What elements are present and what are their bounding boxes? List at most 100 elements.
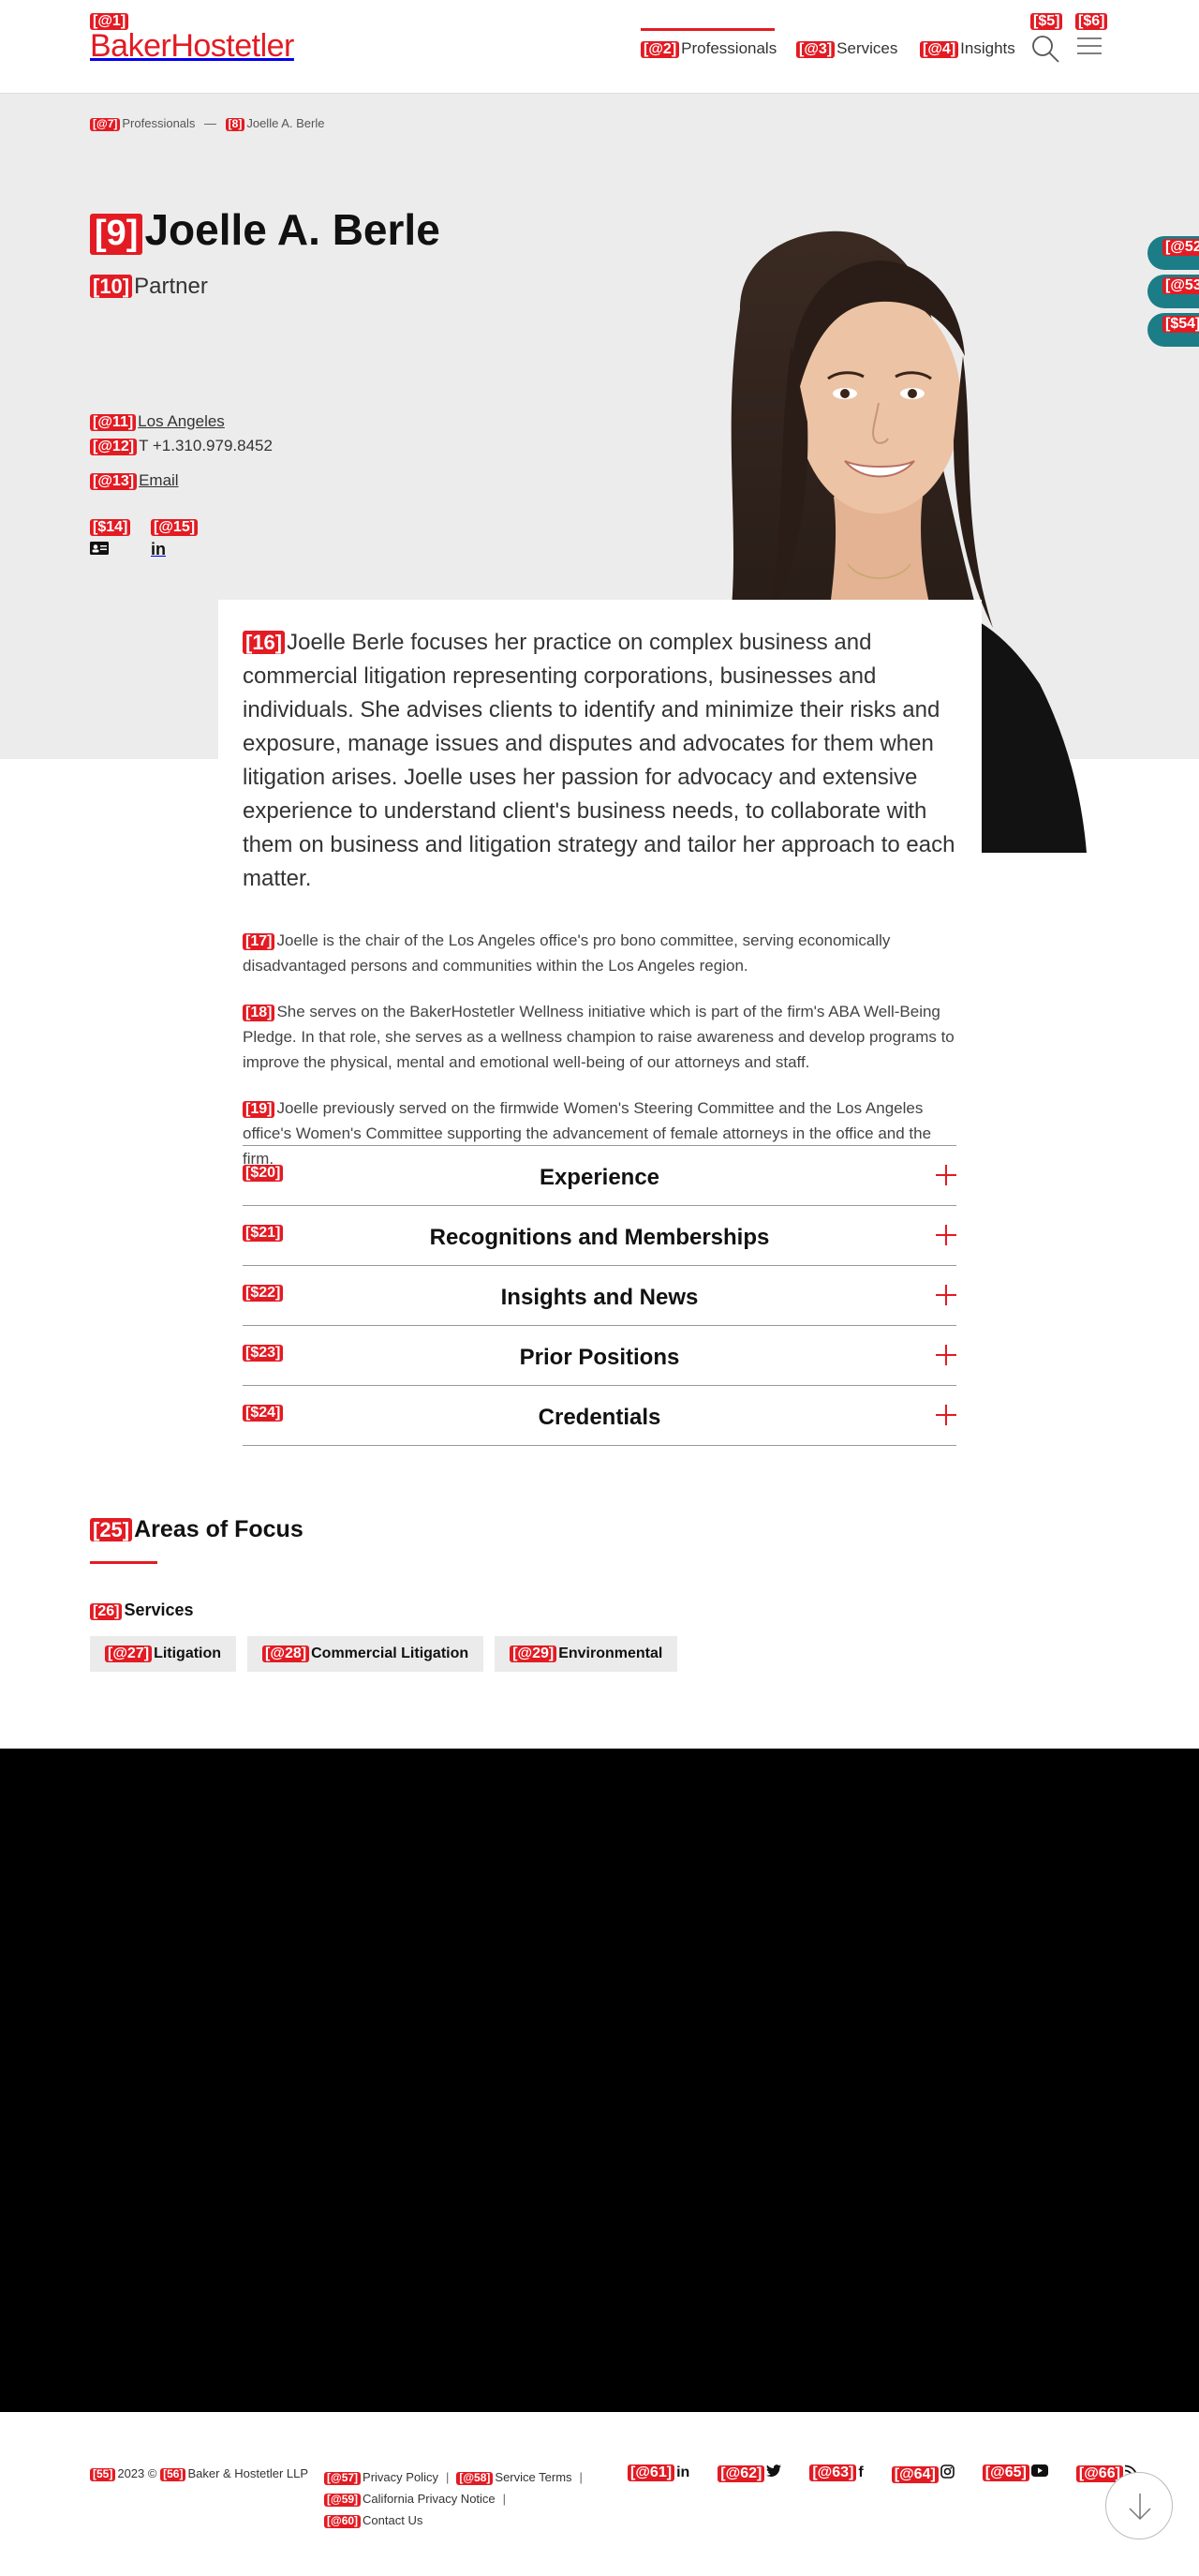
linkedin-link[interactable]: [@61] in	[628, 2464, 689, 2483]
plus-icon	[936, 1165, 956, 1185]
phone-link[interactable]: T +1.310.979.8452	[139, 437, 273, 454]
accordion: [$20] Experience [$21] Recognitions and …	[243, 1145, 956, 1446]
accordion-label: Experience	[539, 1165, 660, 1190]
bio-paragraph-tag: [19]	[243, 1101, 275, 1119]
services-heading: [26] Services	[90, 1601, 194, 1621]
name-text: Joelle A. Berle	[144, 205, 440, 254]
arrow-down-icon	[1129, 2494, 1151, 2521]
chip-label: Litigation	[154, 1645, 222, 1661]
chip-tag: [@28]	[262, 1645, 310, 1663]
link-tag: [@57]	[324, 2471, 362, 2485]
copyright: [55] 2023 © [56] Baker & Hostetler LLP	[90, 2466, 308, 2481]
twitter-icon	[766, 2464, 782, 2478]
breadcrumb-professionals[interactable]: [@7] Professionals	[90, 116, 195, 131]
title-tag: [10]	[90, 275, 133, 299]
bio-lead: [16] Joelle Berle focuses her practice on…	[243, 626, 957, 896]
link-label: Contact Us	[363, 2513, 423, 2527]
youtube-link[interactable]: [@65]	[982, 2464, 1048, 2483]
plus-icon	[936, 1405, 956, 1425]
contact-email: [@13] Email	[90, 471, 179, 491]
menu-tag: [$6]	[1075, 13, 1108, 31]
share-tag: [$54]	[1162, 316, 1199, 334]
focus-heading: [25] Areas of Focus	[90, 1516, 303, 1543]
divider: |	[579, 2470, 583, 2484]
bio-card: [16] Joelle Berle focuses her practice on…	[218, 600, 982, 1171]
accordion-prior-positions[interactable]: [$23] Prior Positions	[243, 1326, 956, 1386]
breadcrumb-tag: [8]	[225, 117, 245, 131]
contact-us-link[interactable]: [@60] Contact Us	[324, 2513, 423, 2528]
link-label: Service Terms	[495, 2470, 572, 2484]
link-label: California Privacy Notice	[363, 2492, 496, 2506]
chip-commercial-litigation[interactable]: [@28] Commercial Litigation	[247, 1636, 484, 1673]
nav-services[interactable]: [@3] Services	[796, 39, 898, 59]
profile-title: [10] Partner	[90, 274, 208, 300]
title-text: Partner	[134, 274, 208, 299]
accordion-credentials[interactable]: [$24] Credentials	[243, 1386, 956, 1446]
plus-icon	[936, 1285, 956, 1305]
search-button[interactable]: [$5]	[1030, 13, 1064, 64]
social-links: [@61] in [@62] [@63] f [@64] [@65] [@66]	[628, 2464, 1138, 2484]
twitter-link[interactable]: [@62]	[718, 2464, 782, 2483]
service-chips: [@27] Litigation [@28] Commercial Litigati…	[90, 1636, 678, 1673]
services-text: Services	[124, 1601, 194, 1619]
chip-label: Commercial Litigation	[311, 1645, 469, 1661]
accordion-label: Credentials	[538, 1405, 661, 1430]
accordion-experience[interactable]: [$20] Experience	[243, 1146, 956, 1206]
accordion-label: Insights and News	[500, 1285, 699, 1310]
hamburger-icon	[1077, 37, 1102, 55]
nav-insights[interactable]: [@4] Insights	[920, 39, 1015, 59]
share-home-button[interactable]: [@52]	[1147, 236, 1199, 270]
youtube-icon	[1030, 2464, 1048, 2477]
chip-environmental[interactable]: [@29] Environmental	[495, 1636, 678, 1673]
contact-phone: [@12] T +1.310.979.8452	[90, 437, 273, 456]
nav-professionals[interactable]: [@2] Professionals	[641, 27, 777, 59]
menu-button[interactable]: [$6]	[1075, 13, 1109, 58]
contact-location: [@11] Los Angeles	[90, 412, 225, 432]
facebook-icon: f	[858, 2464, 864, 2480]
chip-tag: [@29]	[510, 1645, 557, 1663]
facebook-link[interactable]: [@63] f	[809, 2464, 864, 2483]
plus-icon	[936, 1345, 956, 1365]
vcard-tag: [$14]	[90, 519, 131, 537]
scroll-down-button[interactable]	[1105, 2472, 1173, 2539]
focus-heading-tag: [25]	[90, 1518, 133, 1542]
link-label: Privacy Policy	[363, 2470, 438, 2484]
share-email-button[interactable]: [@53]	[1147, 275, 1199, 308]
instagram-icon	[940, 2464, 955, 2479]
divider: |	[502, 2492, 507, 2506]
breadcrumb-current: [8] Joelle A. Berle	[225, 116, 324, 131]
linkedin-icon: in	[151, 540, 166, 559]
share-print-button[interactable]: [$54]	[1147, 313, 1199, 347]
share-tag: [@52]	[1162, 239, 1199, 257]
copyright-year: 2023 ©	[117, 2466, 157, 2480]
social-tag: [@62]	[718, 2465, 765, 2483]
profile-name: [9] Joelle A. Berle	[90, 204, 440, 255]
service-terms-link[interactable]: [@58] Service Terms	[456, 2470, 572, 2485]
year-tag: [55]	[90, 2467, 116, 2481]
location-link[interactable]: Los Angeles	[138, 412, 225, 430]
email-link[interactable]: Email	[139, 471, 179, 489]
dark-section	[0, 1749, 1199, 2412]
legal-links: [@57] Privacy Policy | [@58] Service Terms | …	[324, 2466, 590, 2531]
linkedin-button[interactable]: [@15] in	[151, 519, 200, 559]
email-tag: [@13]	[90, 473, 138, 491]
search-tag: [$5]	[1030, 13, 1063, 31]
linkedin-tag: [@15]	[151, 519, 199, 537]
nav-tag: [@3]	[796, 41, 836, 59]
california-privacy-link[interactable]: [@59] California Privacy Notice	[324, 2492, 496, 2507]
firm-tag: [56]	[160, 2467, 186, 2481]
instagram-link[interactable]: [@64]	[891, 2464, 955, 2484]
nav-label: Insights	[960, 39, 1015, 57]
logo-link[interactable]: [@1] BakerHostetler	[90, 13, 294, 65]
bio-paragraph-text: She serves on the BakerHostetler Wellnes…	[243, 1003, 955, 1071]
vcard-icon	[90, 542, 109, 556]
chip-litigation[interactable]: [@27] Litigation	[90, 1636, 237, 1673]
vcard-button[interactable]: [$14]	[90, 519, 132, 556]
link-tag: [@58]	[456, 2471, 494, 2485]
social-tag: [@64]	[891, 2466, 939, 2484]
accordion-recognitions[interactable]: [$21] Recognitions and Memberships	[243, 1206, 956, 1266]
nav-label: Services	[836, 39, 898, 57]
accordion-insights[interactable]: [$22] Insights and News	[243, 1266, 956, 1326]
privacy-policy-link[interactable]: [@57] Privacy Policy	[324, 2470, 438, 2485]
social-tag: [@63]	[809, 2464, 857, 2482]
